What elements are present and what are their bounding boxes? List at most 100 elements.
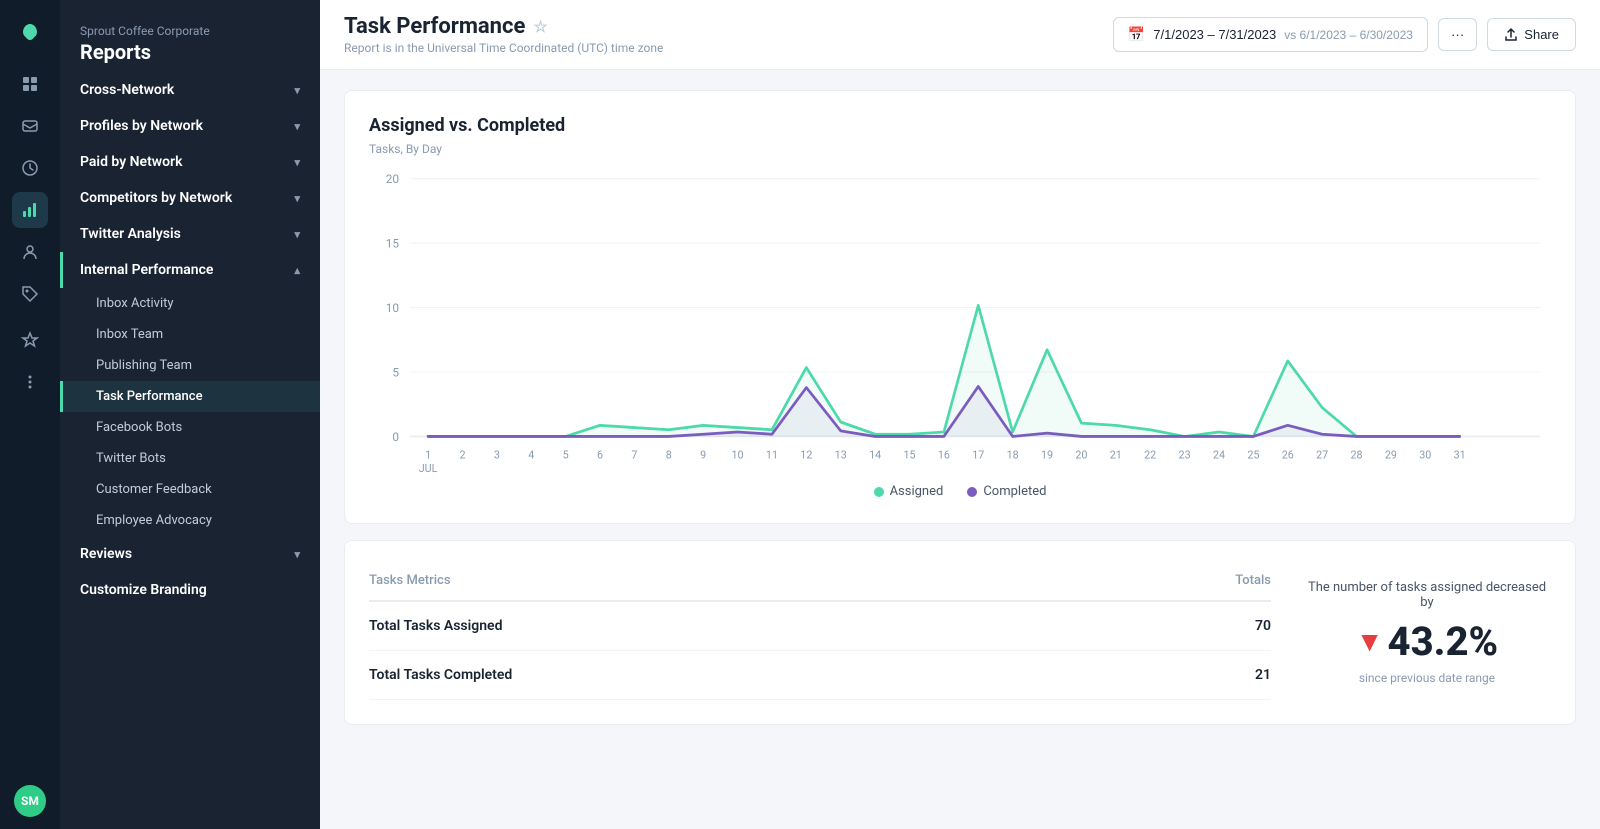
chevron-down-icon: ▾: [294, 156, 300, 169]
decrease-arrow-icon: ▼: [1356, 625, 1384, 658]
metric-name-assigned: Total Tasks Assigned: [369, 618, 502, 634]
legend-dot-completed: [967, 487, 977, 497]
svg-text:27: 27: [1316, 449, 1328, 462]
share-icon: [1504, 28, 1518, 42]
svg-text:25: 25: [1247, 449, 1259, 462]
section-label-competitors: Competitors by Network: [80, 190, 232, 206]
nav-icon-inbox[interactable]: [12, 108, 48, 144]
nav-icon-dots[interactable]: [12, 364, 48, 400]
nav-icon-reports[interactable]: [12, 192, 48, 228]
user-avatar[interactable]: SM: [14, 785, 46, 817]
chevron-down-icon: ▾: [294, 228, 300, 241]
svg-text:16: 16: [938, 449, 950, 462]
metric-value-assigned: 70: [1255, 618, 1271, 634]
svg-text:2: 2: [459, 449, 465, 462]
sidebar-item-task-performance[interactable]: Task Performance: [60, 381, 320, 412]
assigned-vs-completed-chart: 20 15 10 5 0 1 2 3 4 5: [369, 172, 1551, 472]
star-icon[interactable]: ☆: [533, 17, 547, 36]
section-header-internal-performance[interactable]: Internal Performance ▴: [60, 252, 320, 288]
section-label-profiles: Profiles by Network: [80, 118, 203, 134]
section-label-cross-network: Cross-Network: [80, 82, 174, 98]
nav-icon-star[interactable]: [12, 322, 48, 358]
section-competitors: Competitors by Network ▾: [60, 180, 320, 216]
content-area: Assigned vs. Completed Tasks, By Day 20 …: [320, 70, 1600, 829]
svg-text:29: 29: [1385, 449, 1397, 462]
section-header-reviews[interactable]: Reviews ▾: [60, 536, 320, 572]
sidebar-item-inbox-team[interactable]: Inbox Team: [60, 319, 320, 350]
sidebar-item-publishing-team[interactable]: Publishing Team: [60, 350, 320, 381]
svg-text:15: 15: [903, 449, 915, 462]
svg-text:5: 5: [563, 449, 569, 462]
metrics-insight: The number of tasks assigned decreased b…: [1271, 565, 1551, 700]
chart-card: Assigned vs. Completed Tasks, By Day 20 …: [344, 90, 1576, 524]
page-subtitle: Report is in the Universal Time Coordina…: [344, 41, 663, 55]
section-internal-performance: Internal Performance ▴ Inbox Activity In…: [60, 252, 320, 536]
share-button[interactable]: Share: [1487, 18, 1576, 51]
svg-text:28: 28: [1350, 449, 1362, 462]
more-options-button[interactable]: ···: [1438, 18, 1477, 51]
svg-text:20: 20: [1075, 449, 1087, 462]
main-content: Task Performance ☆ Report is in the Univ…: [320, 0, 1600, 829]
metric-value-completed: 21: [1255, 667, 1271, 683]
svg-text:23: 23: [1179, 449, 1191, 462]
nav-icon-leaf[interactable]: [12, 14, 48, 50]
svg-text:6: 6: [597, 449, 603, 462]
metrics-table: Tasks Metrics Totals Total Tasks Assigne…: [369, 565, 1271, 700]
legend-label-assigned: Assigned: [890, 484, 944, 499]
svg-text:31: 31: [1454, 449, 1466, 462]
brand-name: Sprout Coffee Corporate: [80, 24, 300, 38]
section-label-paid: Paid by Network: [80, 154, 182, 170]
sidebar-item-customer-feedback[interactable]: Customer Feedback: [60, 474, 320, 505]
section-header-competitors[interactable]: Competitors by Network ▾: [60, 180, 320, 216]
svg-text:JUL: JUL: [419, 462, 438, 472]
svg-text:9: 9: [700, 449, 706, 462]
sidebar: SM Sprout Coffee Corporate Reports Cross…: [0, 0, 320, 829]
section-profiles: Profiles by Network ▾: [60, 108, 320, 144]
svg-text:14: 14: [869, 449, 881, 462]
sidebar-item-twitter-bots[interactable]: Twitter Bots: [60, 443, 320, 474]
section-header-paid[interactable]: Paid by Network ▾: [60, 144, 320, 180]
sidebar-navigation: Sprout Coffee Corporate Reports Cross-Ne…: [60, 0, 320, 829]
nav-icon-publish[interactable]: [12, 150, 48, 186]
section-header-cross-network[interactable]: Cross-Network ▾: [60, 72, 320, 108]
date-range-button[interactable]: 📅 7/1/2023 – 7/31/2023 vs 6/1/2023 – 6/3…: [1113, 17, 1428, 52]
svg-text:1: 1: [425, 449, 431, 462]
svg-text:10: 10: [732, 449, 744, 462]
topbar-left: Task Performance ☆ Report is in the Univ…: [344, 14, 663, 55]
section-reviews: Reviews ▾: [60, 536, 320, 572]
nav-icon-tag[interactable]: [12, 276, 48, 312]
reports-title: Reports: [80, 40, 300, 64]
chart-svg: 20 15 10 5 0 1 2 3 4 5: [369, 172, 1551, 472]
section-label-twitter: Twitter Analysis: [80, 226, 181, 242]
sidebar-item-facebook-bots[interactable]: Facebook Bots: [60, 412, 320, 443]
svg-text:18: 18: [1007, 449, 1019, 462]
nav-icon-people[interactable]: [12, 234, 48, 270]
svg-text:13: 13: [835, 449, 847, 462]
svg-text:26: 26: [1282, 449, 1294, 462]
sidebar-item-inbox-activity[interactable]: Inbox Activity: [60, 288, 320, 319]
svg-text:5: 5: [392, 365, 399, 379]
section-header-twitter[interactable]: Twitter Analysis ▾: [60, 216, 320, 252]
page-title: Task Performance ☆: [344, 14, 663, 39]
date-range-label: 7/1/2023 – 7/31/2023: [1153, 27, 1276, 42]
section-header-profiles[interactable]: Profiles by Network ▾: [60, 108, 320, 144]
svg-text:3: 3: [494, 449, 500, 462]
section-customize-branding: Customize Branding: [60, 572, 320, 608]
section-twitter: Twitter Analysis ▾: [60, 216, 320, 252]
svg-text:10: 10: [386, 301, 400, 315]
section-header-customize-branding[interactable]: Customize Branding: [60, 572, 320, 608]
table-row: Total Tasks Completed 21: [369, 651, 1271, 700]
svg-text:21: 21: [1110, 449, 1122, 462]
svg-text:0: 0: [392, 430, 399, 444]
icon-column: SM: [0, 0, 60, 829]
vs-range-label: vs 6/1/2023 – 6/30/2023: [1284, 28, 1413, 42]
nav-icon-home[interactable]: [12, 66, 48, 102]
section-paid: Paid by Network ▾: [60, 144, 320, 180]
chevron-down-icon: ▾: [294, 192, 300, 205]
svg-text:12: 12: [800, 449, 812, 462]
svg-text:22: 22: [1144, 449, 1156, 462]
chevron-up-icon: ▴: [294, 264, 300, 277]
insight-since: since previous date range: [1359, 671, 1495, 685]
svg-text:20: 20: [386, 172, 400, 186]
sidebar-item-employee-advocacy[interactable]: Employee Advocacy: [60, 505, 320, 536]
